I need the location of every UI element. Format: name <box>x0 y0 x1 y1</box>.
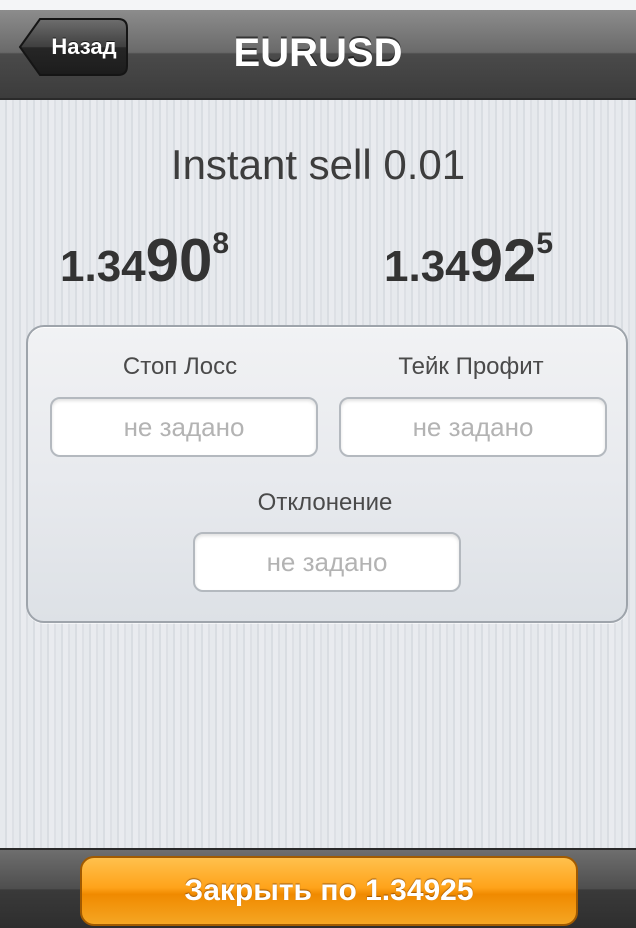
ask-price: 1.34925 <box>384 226 553 306</box>
bid-price-big-figure: 90 <box>145 227 213 294</box>
bid-price-prefix: 1.34 <box>60 242 146 291</box>
back-button-label: Назад <box>51 34 117 59</box>
take-profit-field[interactable] <box>339 397 607 457</box>
stop-loss-field[interactable] <box>50 397 318 457</box>
stop-loss-label: Стоп Лосс <box>122 353 238 380</box>
deviation-field[interactable] <box>193 532 461 592</box>
ask-price-big-figure: 92 <box>469 227 537 294</box>
take-profit-label: Тейк Профит <box>398 353 544 380</box>
order-title: Instant sell 0.01 <box>170 141 466 188</box>
bid-price-pip: 8 <box>212 227 230 260</box>
back-button[interactable]: Назад <box>18 18 128 76</box>
status-bar-strip <box>0 0 636 10</box>
bid-price: 1.34908 <box>60 226 229 306</box>
ask-price-prefix: 1.34 <box>384 242 470 291</box>
ask-price-pip: 5 <box>536 227 554 260</box>
deviation-label: Отклонение <box>257 489 393 516</box>
close-position-button[interactable]: Закрыть по 1.34925 <box>80 856 578 926</box>
